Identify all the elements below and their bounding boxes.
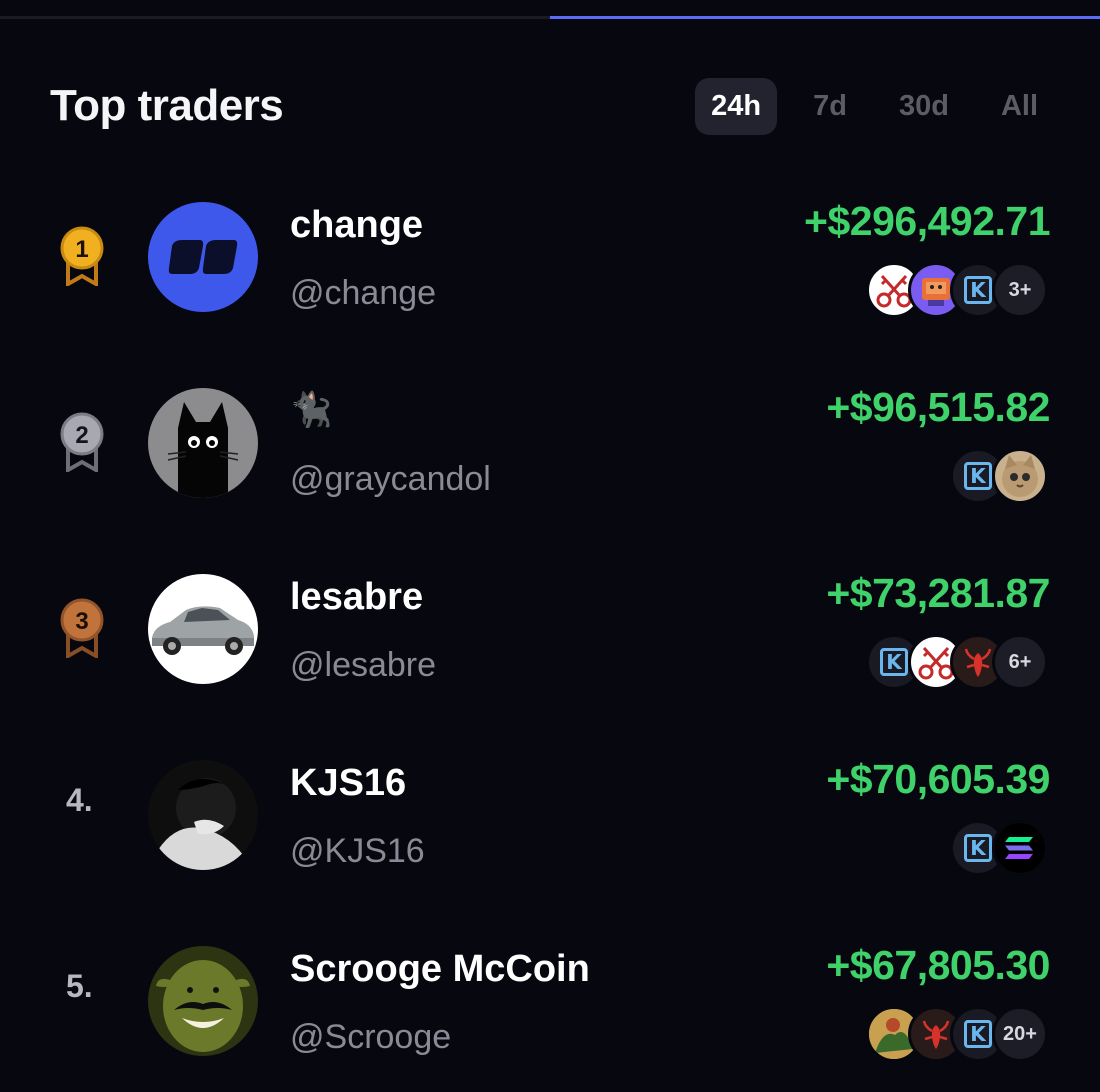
trader-name: 🐈‍⬛ xyxy=(290,391,333,429)
trader-pnl: +$296,492.71 xyxy=(804,198,1050,244)
top-traders-page: Top traders 24h 7d 30d All 1 change @cha… xyxy=(0,0,1100,1092)
tab-7d[interactable]: 7d xyxy=(797,78,863,135)
trader-row[interactable]: 2 🐈‍⬛ @graycandol +$96,515.82 K xyxy=(0,372,1100,558)
car-icon xyxy=(148,574,258,684)
rank-number: 4. xyxy=(66,782,93,818)
tab-30d[interactable]: 30d xyxy=(883,78,965,135)
more-tokens-badge[interactable]: 6+ xyxy=(992,634,1048,690)
token-stack[interactable]: K 3+ xyxy=(866,262,1048,318)
progress-fill xyxy=(550,16,1100,19)
medal-rank-number: 2 xyxy=(75,422,88,449)
tab-24h[interactable]: 24h xyxy=(695,77,778,135)
medal-rank-number: 1 xyxy=(75,236,88,263)
cat-icon xyxy=(992,448,1048,504)
trader-row[interactable]: 5. Scrooge McCoin @Scrooge +$67,805.30 K… xyxy=(0,930,1100,1092)
avatar[interactable] xyxy=(148,388,258,498)
token-stack[interactable]: K xyxy=(950,448,1048,504)
green-face-icon xyxy=(148,946,258,1056)
silver-medal-icon: 2 xyxy=(60,412,104,472)
more-tokens-badge[interactable]: 3+ xyxy=(992,262,1048,318)
trader-name: Scrooge McCoin xyxy=(290,948,590,990)
token-stack[interactable]: K 20+ xyxy=(866,1006,1048,1062)
trader-name: change xyxy=(290,204,424,246)
trader-pnl: +$67,805.30 xyxy=(826,942,1050,988)
trader-pnl: +$73,281.87 xyxy=(826,570,1050,616)
trader-handle: @lesabre xyxy=(290,646,437,684)
token-stack[interactable]: K 6+ xyxy=(866,634,1048,690)
trader-row[interactable]: 4. KJS16 @KJS16 +$70,605.39 K xyxy=(0,744,1100,930)
solana-icon xyxy=(992,820,1048,876)
timeframe-tabs: 24h 7d 30d All xyxy=(695,77,1054,135)
change-logo-icon xyxy=(148,202,258,312)
more-tokens-badge[interactable]: 20+ xyxy=(992,1006,1048,1062)
trader-handle: @Scrooge xyxy=(290,1018,452,1056)
person-photo-icon xyxy=(148,760,258,870)
avatar[interactable] xyxy=(148,760,258,870)
avatar[interactable] xyxy=(148,202,258,312)
header: Top traders 24h 7d 30d All xyxy=(50,76,1054,136)
black-cat-icon xyxy=(148,388,258,498)
token-stack[interactable]: K xyxy=(950,820,1048,876)
trader-row[interactable]: 3 lesabre @lesabre +$73,281.87 K 6+ xyxy=(0,558,1100,744)
trader-name: lesabre xyxy=(290,576,424,618)
trader-handle: @KJS16 xyxy=(290,832,425,870)
trader-handle: @change xyxy=(290,274,437,312)
page-title: Top traders xyxy=(50,81,284,130)
rank-number: 5. xyxy=(66,968,93,1004)
trader-handle: @graycandol xyxy=(290,460,491,498)
medal-rank-number: 3 xyxy=(75,608,88,635)
trader-pnl: +$70,605.39 xyxy=(826,756,1050,802)
traders-list: 1 change @change +$296,492.71 K xyxy=(0,186,1100,1092)
avatar[interactable] xyxy=(148,574,258,684)
avatar[interactable] xyxy=(148,946,258,1056)
trader-name: KJS16 xyxy=(290,762,407,804)
trader-pnl: +$96,515.82 xyxy=(826,384,1050,430)
progress-track xyxy=(0,16,1100,19)
bronze-medal-icon: 3 xyxy=(60,598,104,658)
trader-row[interactable]: 1 change @change +$296,492.71 K 3+ xyxy=(0,186,1100,372)
gold-medal-icon: 1 xyxy=(60,226,104,286)
tab-all[interactable]: All xyxy=(985,78,1054,135)
